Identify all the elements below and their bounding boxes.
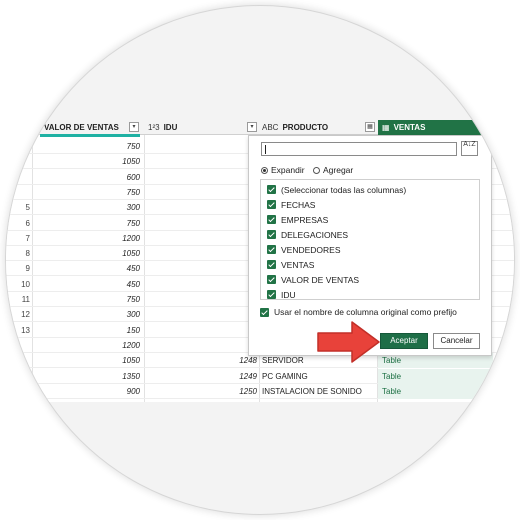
checkbox-item[interactable]: VENDEDORES — [267, 242, 341, 257]
valor-de-ventas-cell: 300 — [126, 203, 140, 213]
red-pointer-arrow-icon — [317, 321, 380, 363]
row-number: 11 — [21, 295, 30, 304]
valor-de-ventas-cell: 900 — [126, 386, 140, 396]
row-number: 12 — [21, 310, 30, 320]
radio-aggregate[interactable]: Agregar — [313, 165, 353, 175]
row-number: 13 — [21, 325, 30, 335]
checkbox-checked-icon[interactable] — [267, 200, 276, 209]
checkbox-label: (Seleccionar todas las columnas) — [281, 184, 407, 195]
table-row[interactable]: 1350 1249 PC GAMING Table — [6, 368, 514, 384]
column-filter-dropdown-icon[interactable]: ▾ — [129, 122, 139, 132]
prefix-label: Usar el nombre de columna original como … — [274, 307, 457, 317]
sort-az-icon[interactable]: A↓Z — [461, 141, 478, 156]
valor-de-ventas-cell: 750 — [126, 142, 140, 151]
checkbox-label: VALOR DE VENTAS — [281, 274, 360, 285]
row-number: 5 — [25, 203, 30, 213]
valor-de-ventas-cell: 1050 — [122, 356, 140, 366]
idu-cell: 1249 — [239, 371, 257, 381]
idu-cell: 1250 — [239, 386, 257, 396]
valor-de-ventas-cell: 150 — [126, 325, 140, 335]
radio-expand[interactable]: Expandir — [261, 165, 305, 175]
valor-de-ventas-cell: 1350 — [122, 371, 140, 381]
expand-columns-icon[interactable]: ▦ — [365, 122, 375, 132]
checkbox-label: DELEGACIONES — [281, 229, 349, 240]
table-row[interactable]: 900 1250 INSTALACION DE SONIDO Table — [6, 383, 514, 399]
checkbox-checked-icon[interactable] — [267, 290, 276, 299]
search-input[interactable] — [261, 142, 457, 156]
valor-de-ventas-cell: 750 — [126, 218, 140, 228]
column-header-producto[interactable]: ABC PRODUCTO ▦ — [260, 120, 378, 135]
checkbox-item[interactable]: FECHAS — [267, 197, 315, 212]
checkbox-label: VENDEDORES — [281, 244, 341, 255]
checkbox-label: IDU — [281, 289, 296, 300]
checkbox-item[interactable]: (Seleccionar todas las columnas) — [267, 182, 406, 197]
checkbox-checked-icon[interactable] — [267, 245, 276, 254]
checkbox-checked-icon[interactable] — [267, 215, 276, 224]
radio-aggregate-label: Agregar — [323, 165, 354, 175]
column-header-label: VENTAS — [393, 123, 426, 132]
checkbox-item[interactable]: VALOR DE VENTAS — [267, 272, 359, 287]
row-number: 6 — [25, 218, 30, 228]
table-type-icon[interactable]: ▦ — [382, 123, 390, 132]
valor-de-ventas-cell: 450 — [126, 264, 140, 274]
row-number: 7 — [25, 233, 30, 243]
checkbox-checked-icon[interactable] — [260, 307, 269, 317]
column-filter-dropdown-icon[interactable]: ▾ — [247, 122, 257, 132]
producto-cell: INSTALACION DE SONIDO — [262, 386, 362, 396]
checkbox-label: EMPRESAS — [281, 214, 329, 225]
row-number: 9 — [25, 264, 30, 274]
valor-de-ventas-cell: 1050 — [122, 249, 140, 259]
radio-unselected-icon[interactable] — [313, 166, 320, 174]
number-type-icon[interactable]: 1²3 — [148, 123, 160, 132]
checkbox-label: VENTAS — [281, 259, 315, 270]
idu-cell: 1248 — [239, 356, 257, 366]
column-header-label: IDU — [163, 122, 178, 132]
table-link-cell[interactable]: Table — [378, 383, 493, 399]
valor-de-ventas-cell: 750 — [126, 295, 140, 304]
valor-de-ventas-cell: 1050 — [122, 157, 140, 167]
row-number: 10 — [21, 279, 30, 289]
valor-de-ventas-cell: 1200 — [122, 340, 140, 350]
producto-cell: PC GAMING — [262, 371, 308, 381]
column-checkbox-list: (Seleccionar todas las columnas) FECHAS … — [260, 179, 480, 300]
column-header-label: PRODUCTO — [282, 122, 329, 132]
sort-label: A↓Z — [463, 141, 476, 148]
column-header-idu[interactable]: 1²3 IDU ▾ — [145, 120, 260, 135]
text-caret — [265, 145, 266, 154]
valor-de-ventas-cell: 750 — [126, 187, 140, 197]
checkbox-checked-icon[interactable] — [267, 185, 276, 194]
cancel-button[interactable]: Cancelar — [433, 333, 480, 349]
checkbox-checked-icon[interactable] — [267, 275, 276, 284]
radio-expand-label: Expandir — [271, 165, 305, 175]
text-type-icon[interactable]: ABC — [262, 123, 278, 132]
checkbox-item[interactable]: IDU — [267, 287, 296, 302]
valor-de-ventas-cell: 450 — [126, 279, 140, 289]
column-header-ventas[interactable]: ▦ VENTAS — [378, 120, 493, 135]
checkbox-item[interactable]: DELEGACIONES — [267, 227, 348, 242]
accept-button[interactable]: Aceptar — [380, 333, 428, 349]
column-header-label: VALOR DE VENTAS — [44, 122, 119, 132]
radio-selected-icon[interactable] — [261, 166, 268, 174]
checkbox-checked-icon[interactable] — [267, 260, 276, 269]
circular-frame: VALOR DE VENTAS ▾ 1²3 IDU ▾ ABC PRODUCTO… — [6, 6, 514, 514]
column-quality-bar — [40, 134, 140, 137]
row-number: 8 — [25, 249, 30, 259]
checkbox-item[interactable]: EMPRESAS — [267, 212, 328, 227]
checkbox-checked-icon[interactable] — [267, 230, 276, 239]
column-header-valor-de-ventas[interactable]: VALOR DE VENTAS ▾ — [6, 120, 145, 135]
valor-de-ventas-cell: 300 — [126, 310, 140, 320]
screenshot-stage: VALOR DE VENTAS ▾ 1²3 IDU ▾ ABC PRODUCTO… — [6, 6, 514, 514]
checkbox-label: FECHAS — [281, 199, 316, 210]
checkbox-item[interactable]: VENTAS — [267, 257, 314, 272]
valor-de-ventas-cell: 600 — [126, 172, 140, 182]
valor-de-ventas-cell: 1200 — [122, 233, 140, 243]
table-link-cell[interactable]: Table — [378, 368, 493, 384]
prefix-checkbox[interactable]: Usar el nombre de columna original como … — [260, 307, 457, 317]
